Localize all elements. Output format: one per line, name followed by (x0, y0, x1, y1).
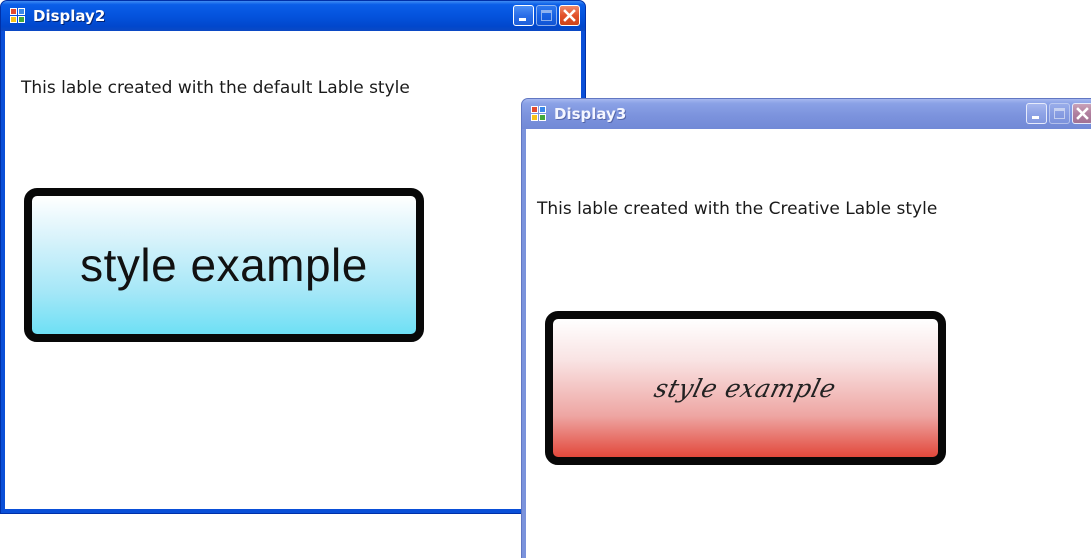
close-icon (1076, 107, 1089, 120)
maximize-icon (1054, 108, 1065, 119)
application-icon[interactable] (531, 106, 547, 122)
window-controls (1026, 103, 1091, 124)
window-title: Display3 (554, 105, 627, 123)
window-controls (513, 5, 580, 26)
maximize-icon (541, 10, 552, 21)
close-button[interactable] (559, 5, 580, 26)
window-title: Display2 (33, 7, 106, 25)
maximize-button (1049, 103, 1070, 124)
creative-style-label-text: style example (651, 373, 840, 403)
display3-window[interactable]: Display3 This lable created with the Cre… (521, 98, 1091, 558)
creative-style-caption: This lable created with the Creative Lab… (537, 199, 938, 219)
maximize-button (536, 5, 557, 26)
default-style-label-text: style example (80, 239, 368, 291)
display3-titlebar[interactable]: Display3 (522, 99, 1091, 129)
minimize-icon (1032, 116, 1039, 119)
default-style-caption: This lable created with the default Labl… (21, 78, 410, 98)
display2-window[interactable]: Display2 This lable created with the def… (0, 0, 586, 514)
creative-style-label: style example (545, 311, 946, 465)
close-icon (563, 9, 576, 22)
display3-client-area: This lable created with the Creative Lab… (526, 129, 1091, 558)
display2-titlebar[interactable]: Display2 (1, 1, 585, 31)
close-button[interactable] (1072, 103, 1091, 124)
application-icon[interactable] (10, 8, 26, 24)
display2-client-area: This lable created with the default Labl… (5, 31, 581, 509)
minimize-button[interactable] (1026, 103, 1047, 124)
minimize-icon (519, 18, 526, 21)
minimize-button[interactable] (513, 5, 534, 26)
default-style-label: style example (24, 188, 424, 342)
